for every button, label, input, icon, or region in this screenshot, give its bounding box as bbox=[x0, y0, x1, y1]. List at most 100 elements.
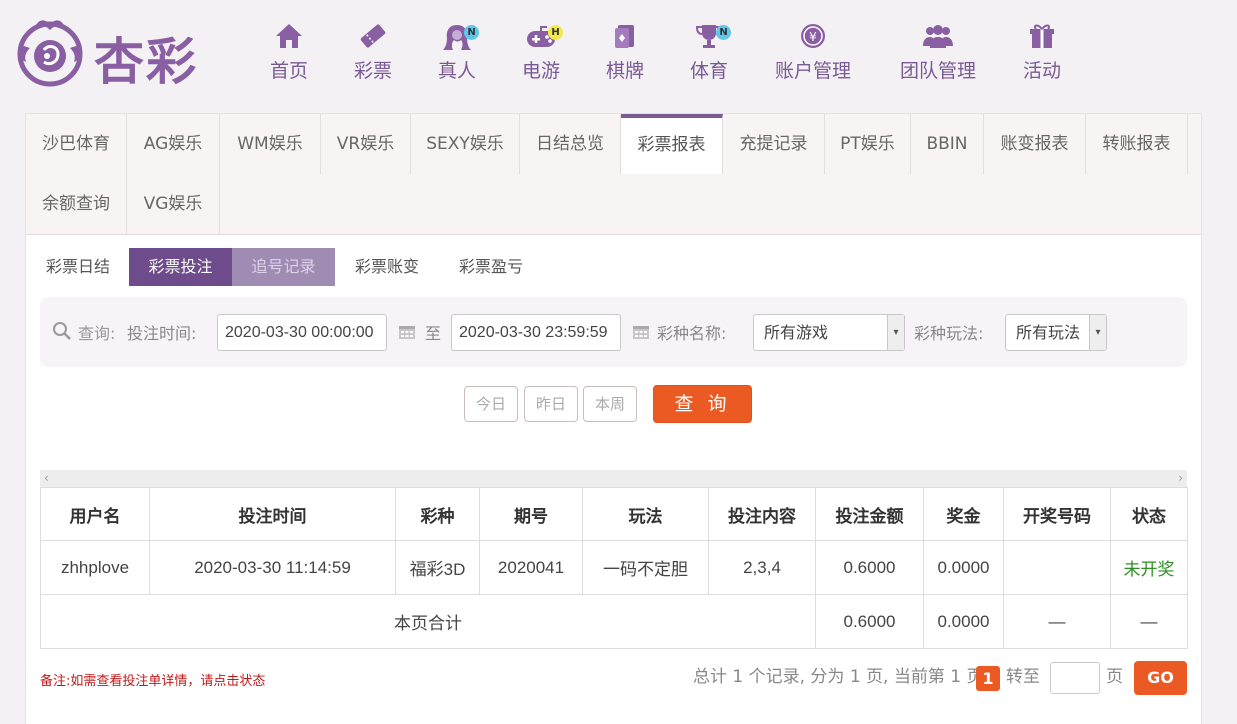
search-button[interactable]: 查 询 bbox=[653, 385, 752, 423]
logo-emblem-icon bbox=[17, 20, 83, 87]
total-bonus: 0.0000 bbox=[923, 594, 1004, 649]
column-header: 奖金 bbox=[923, 487, 1004, 541]
new-badge: N bbox=[716, 25, 731, 40]
subtab-lottery-changes[interactable]: 彩票账变 bbox=[344, 248, 430, 286]
play-type-cell: 一码不定胆 bbox=[582, 540, 709, 595]
tab-balance-query[interactable]: 余额查询 bbox=[26, 174, 127, 234]
subtab-lottery-profit[interactable]: 彩票盈亏 bbox=[448, 248, 534, 286]
play-type-label: 彩种玩法: bbox=[914, 324, 984, 343]
nav-lottery[interactable]: 彩票 bbox=[350, 22, 396, 86]
tab-ag[interactable]: AG娱乐 bbox=[127, 114, 220, 174]
tab-wm[interactable]: WM娱乐 bbox=[220, 114, 321, 174]
game-name-label: 彩种名称: bbox=[657, 324, 727, 343]
nav-team[interactable]: 团队管理 bbox=[895, 22, 981, 86]
page-number-input[interactable] bbox=[1050, 662, 1100, 694]
range-separator: 至 bbox=[425, 324, 442, 343]
query-filter-bar: 查询: 投注时间: 2020-03-30 00:00:00 至 2020-03-… bbox=[40, 297, 1187, 367]
bet-time-label: 投注时间: bbox=[127, 324, 197, 343]
nav-live[interactable]: N 真人 bbox=[434, 22, 480, 86]
tab-vr[interactable]: VR娱乐 bbox=[321, 114, 411, 174]
bet-records-table: 用户名 投注时间 彩种 期号 玩法 投注内容 投注金额 奖金 开奖号码 状态 z… bbox=[40, 487, 1188, 649]
username-cell: zhhplove bbox=[40, 540, 150, 595]
search-icon bbox=[53, 322, 71, 340]
scroll-left-icon[interactable]: ‹ bbox=[44, 470, 49, 487]
tab-vg[interactable]: VG娱乐 bbox=[127, 174, 220, 234]
total-status: — bbox=[1110, 594, 1188, 649]
bet-content-cell: 2,3,4 bbox=[708, 540, 816, 595]
new-badge: N bbox=[464, 25, 479, 40]
report-panel: 沙巴体育 AG娱乐 WM娱乐 VR娱乐 SEXY娱乐 日结总览 彩票报表 充提记… bbox=[25, 113, 1202, 724]
goto-label: 转至 bbox=[1006, 667, 1040, 687]
bet-amount-cell: 0.6000 bbox=[815, 540, 924, 595]
game-name-select[interactable]: 所有游戏 ▾ bbox=[753, 314, 905, 351]
brand-name: 杏彩 bbox=[94, 32, 198, 91]
brand-logo[interactable]: 杏彩 bbox=[14, 16, 204, 92]
calendar-icon[interactable] bbox=[632, 323, 650, 340]
svg-text:¥: ¥ bbox=[809, 30, 817, 44]
total-label: 本页合计 bbox=[40, 594, 816, 649]
total-row: 本页合计 0.6000 0.0000 — — bbox=[40, 594, 1188, 649]
draw-numbers-cell bbox=[1003, 540, 1111, 595]
bet-time-cell: 2020-03-30 11:14:59 bbox=[149, 540, 396, 595]
nav-label: 账户管理 bbox=[774, 60, 851, 82]
cards-icon bbox=[615, 25, 634, 48]
current-page-button[interactable]: 1 bbox=[976, 666, 1000, 691]
scroll-right-icon[interactable]: › bbox=[1178, 470, 1183, 487]
subtab-lottery-bets[interactable]: 彩票投注 bbox=[129, 248, 232, 286]
today-button[interactable]: 今日 bbox=[464, 386, 518, 422]
team-icon bbox=[923, 25, 953, 48]
column-header: 开奖号码 bbox=[1003, 487, 1111, 541]
nav-chess[interactable]: 棋牌 bbox=[602, 22, 648, 86]
tab-daily-overview[interactable]: 日结总览 bbox=[520, 114, 621, 174]
column-header: 期号 bbox=[479, 487, 583, 541]
column-header: 投注时间 bbox=[149, 487, 396, 541]
column-header: 玩法 bbox=[582, 487, 709, 541]
hot-badge: H bbox=[548, 25, 563, 40]
nav-sports[interactable]: N 体育 bbox=[686, 22, 732, 86]
go-button[interactable]: GO bbox=[1134, 661, 1187, 695]
chevron-down-icon: ▾ bbox=[887, 315, 904, 350]
tab-balance-change[interactable]: 账变报表 bbox=[984, 114, 1086, 174]
end-time-input[interactable]: 2020-03-30 23:59:59 bbox=[451, 314, 621, 351]
total-draw-numbers: — bbox=[1003, 594, 1111, 649]
column-header: 投注金额 bbox=[815, 487, 924, 541]
nav-home[interactable]: 首页 bbox=[266, 22, 312, 86]
page-unit-label: 页 bbox=[1106, 667, 1123, 687]
table-row: zhhplove 2020-03-30 11:14:59 福彩3D 202004… bbox=[40, 540, 1188, 595]
nav-label: 体育 bbox=[689, 60, 728, 82]
total-amount: 0.6000 bbox=[815, 594, 924, 649]
nav-egame[interactable]: H 电游 bbox=[518, 22, 564, 86]
tab-pt[interactable]: PT娱乐 bbox=[825, 114, 911, 174]
nav-label: 棋牌 bbox=[605, 60, 644, 82]
yesterday-button[interactable]: 昨日 bbox=[524, 386, 578, 422]
home-icon bbox=[276, 24, 302, 48]
nav-label: 活动 bbox=[1022, 60, 1061, 82]
nav-activity[interactable]: 活动 bbox=[1019, 22, 1065, 86]
horizontal-scrollbar[interactable]: ‹ › bbox=[40, 470, 1187, 487]
column-header: 状态 bbox=[1110, 487, 1188, 541]
tab-bbin[interactable]: BBIN bbox=[911, 114, 984, 174]
nav-label: 电游 bbox=[521, 60, 560, 82]
this-week-button[interactable]: 本周 bbox=[583, 386, 637, 422]
tab-lottery-report[interactable]: 彩票报表 bbox=[621, 114, 723, 174]
remark-note: 备注:如需查看投注单详情，请点击状态 bbox=[40, 674, 266, 689]
nav-label: 真人 bbox=[437, 60, 476, 82]
play-type-select[interactable]: 所有玩法 ▾ bbox=[1005, 314, 1107, 351]
play-type-value: 所有玩法 bbox=[1016, 323, 1081, 342]
nav-label: 首页 bbox=[269, 60, 308, 82]
subtab-lottery-daily[interactable]: 彩票日结 bbox=[34, 248, 122, 286]
tab-saba-sports[interactable]: 沙巴体育 bbox=[26, 114, 127, 174]
tab-sexy[interactable]: SEXY娱乐 bbox=[411, 114, 520, 174]
issue-cell: 2020041 bbox=[479, 540, 583, 595]
tab-deposit-withdraw[interactable]: 充提记录 bbox=[723, 114, 825, 174]
yuan-coin-icon: ¥ bbox=[801, 24, 825, 48]
column-header: 用户名 bbox=[40, 487, 150, 541]
chevron-down-icon: ▾ bbox=[1089, 315, 1106, 350]
subtab-chase-records[interactable]: 追号记录 bbox=[232, 248, 335, 286]
tab-transfer-report[interactable]: 转账报表 bbox=[1086, 114, 1188, 174]
nav-account[interactable]: ¥ 账户管理 bbox=[770, 22, 856, 86]
start-time-input[interactable]: 2020-03-30 00:00:00 bbox=[217, 314, 387, 351]
calendar-icon[interactable] bbox=[398, 323, 416, 340]
column-header: 投注内容 bbox=[708, 487, 816, 541]
status-link[interactable]: 未开奖 bbox=[1110, 540, 1188, 595]
